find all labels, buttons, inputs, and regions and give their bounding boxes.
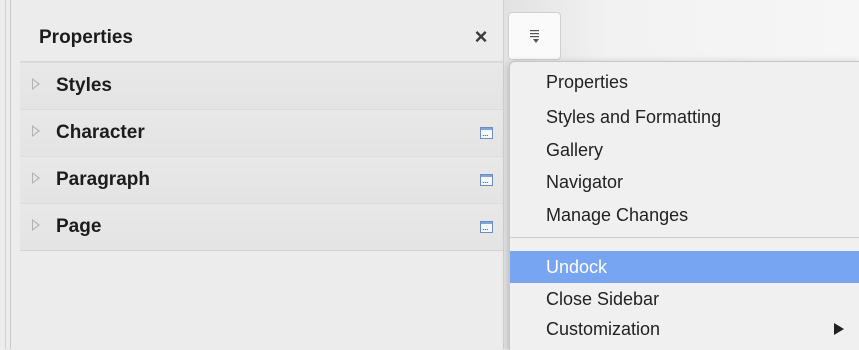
libreoffice-sidebar-window: Properties × Styles Character Paragraph … [0,0,859,350]
deck-label: Character [56,122,145,143]
menu-item-undock[interactable]: Undock [510,251,859,283]
disclosure-triangle-icon[interactable] [32,125,40,137]
disclosure-triangle-icon[interactable] [32,172,40,184]
more-options-icon[interactable] [480,221,493,233]
menu-separator [510,237,859,238]
deck-page[interactable]: Page [20,203,503,251]
menu-item-label: Undock [546,257,608,277]
menu-item-label: Manage Changes [546,205,689,225]
disclosure-triangle-icon[interactable] [32,219,40,231]
deck-styles[interactable]: Styles [20,62,503,110]
disclosure-triangle-icon[interactable] [32,78,40,90]
menu-item-label: Customization [546,319,661,339]
sidebar-menu: Properties Styles and Formatting Gallery… [509,61,859,350]
deck-character[interactable]: Character [20,109,503,157]
panel-title: Properties [39,27,133,48]
menu-item-label: Properties [546,72,629,92]
deck-paragraph[interactable]: Paragraph [20,156,503,204]
submenu-arrow-icon [834,323,844,335]
menu-item-gallery[interactable]: Gallery [510,136,859,164]
more-options-icon[interactable] [480,127,493,139]
window-edge [5,0,6,349]
sidebar-settings-button[interactable] [508,12,561,60]
deck-label: Styles [56,75,112,96]
properties-panel: Properties × Styles Character Paragraph … [20,13,503,349]
sidebar-menu-icon [530,30,539,43]
deck-label: Page [56,216,102,237]
menu-item-manage-changes[interactable]: Manage Changes [510,201,859,229]
panel-header: Properties × [20,13,503,62]
menu-item-navigator[interactable]: Navigator [510,168,859,196]
menu-item-close-sidebar[interactable]: Close Sidebar [510,285,859,313]
window-edge [10,0,11,349]
menu-item-properties[interactable]: Properties [510,68,859,96]
menu-item-label: Styles and Formatting [546,107,722,127]
menu-item-styles-and-formatting[interactable]: Styles and Formatting [510,103,859,131]
deck-label: Paragraph [56,169,150,190]
menu-item-label: Close Sidebar [546,289,660,309]
menu-item-label: Gallery [546,140,604,160]
more-options-icon[interactable] [480,174,493,186]
close-icon[interactable]: × [471,25,491,49]
menu-item-label: Navigator [546,172,624,192]
menu-item-customization[interactable]: Customization [510,315,859,343]
